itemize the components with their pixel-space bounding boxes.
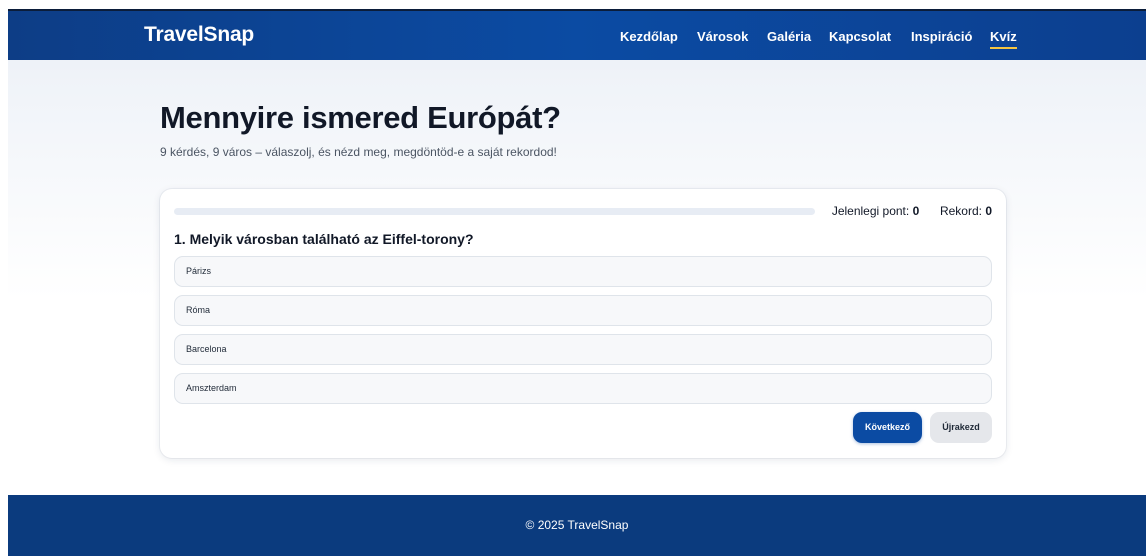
next-button[interactable]: Következő (853, 412, 922, 443)
page-title: Mennyire ismered Európát? (160, 100, 561, 135)
nav-link-inspiration[interactable]: Inspiráció (911, 29, 972, 44)
current-score-label: Jelenlegi pont: (831, 204, 910, 218)
nav-link-gallery[interactable]: Galéria (767, 29, 811, 44)
answer-option-rome[interactable]: Róma (174, 295, 992, 326)
quiz-question: 1. Melyik városban található az Eiffel-t… (174, 231, 474, 247)
site-logo[interactable]: TravelSnap (144, 23, 254, 47)
score-display: Jelenlegi pont: 0 Rekord: 0 (832, 204, 992, 218)
window-top-strip (8, 0, 1146, 9)
nav-link-home[interactable]: Kezdőlap (620, 29, 678, 44)
nav-link-cities[interactable]: Városok (697, 29, 748, 44)
answer-option-amsterdam[interactable]: Amszterdam (174, 373, 992, 404)
nav-link-contact[interactable]: Kapcsolat (829, 29, 891, 44)
page-subtitle: 9 kérdés, 9 város – válaszolj, és nézd m… (160, 145, 557, 159)
quiz-card: Jelenlegi pont: 0 Rekord: 0 1. Melyik vá… (160, 189, 1006, 458)
record-label: Rekord: (939, 204, 982, 218)
restart-button[interactable]: Újrakezd (930, 412, 992, 443)
current-score-value: 0 (912, 204, 920, 218)
answer-option-barcelona[interactable]: Barcelona (174, 334, 992, 365)
nav-link-quiz[interactable]: Kvíz (990, 29, 1017, 49)
answer-option-paris[interactable]: Párizs (174, 256, 992, 287)
record-value: 0 (985, 204, 992, 218)
footer-copyright: © 2025 TravelSnap (525, 518, 629, 532)
quiz-progress-bar (174, 208, 815, 215)
site-header: TravelSnap Kezdőlap Városok Galéria Kapc… (8, 11, 1146, 60)
site-footer: © 2025 TravelSnap (8, 495, 1146, 556)
